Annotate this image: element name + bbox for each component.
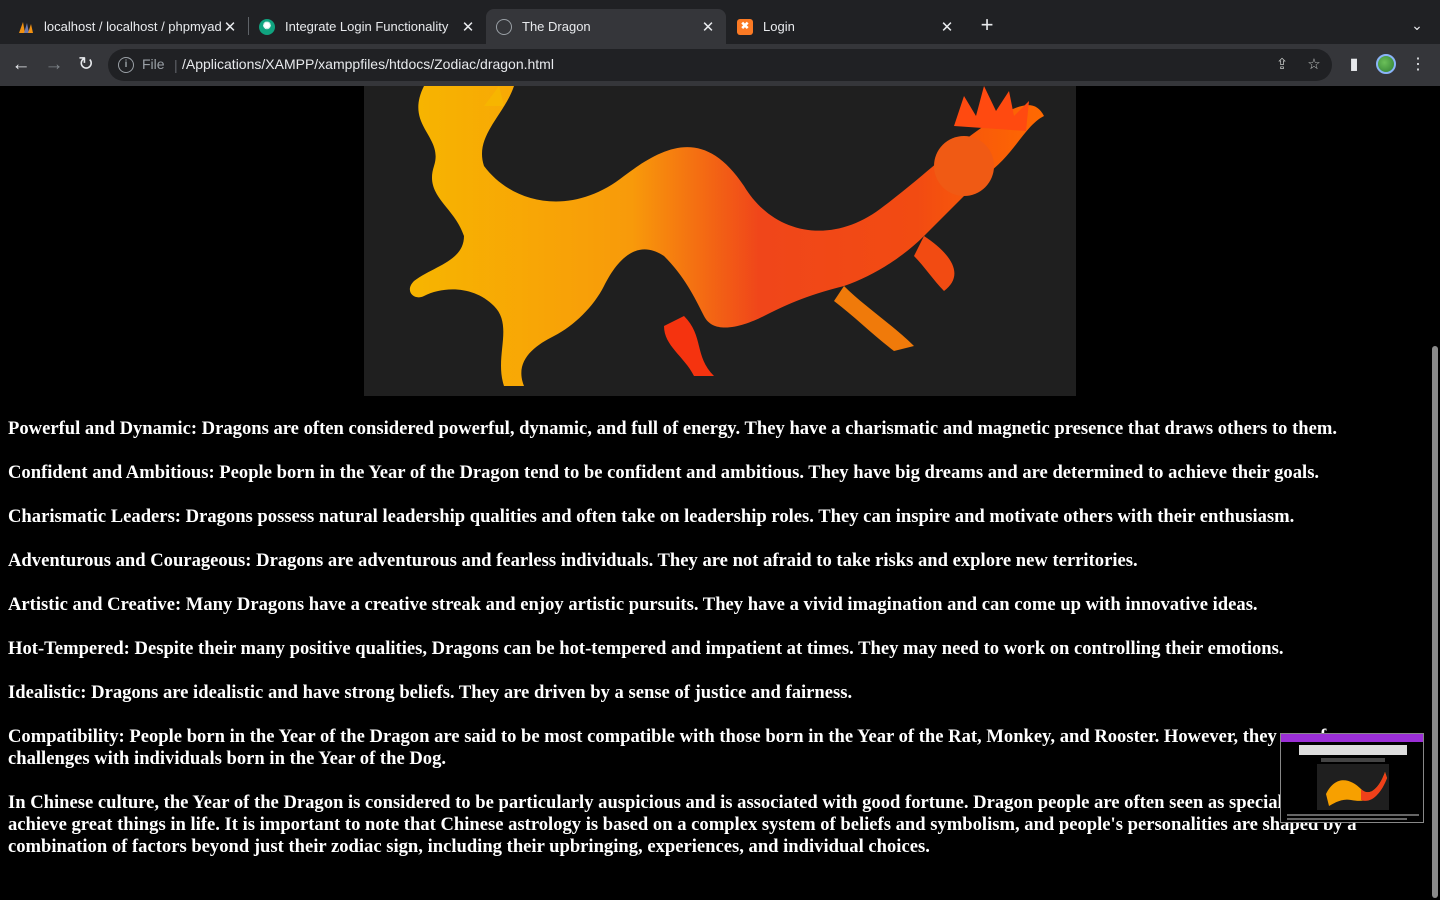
side-panel-icon[interactable]: ▮ — [1342, 53, 1366, 77]
address-bar[interactable]: i File | /Applications/XAMPP/xamppfiles/… — [108, 49, 1332, 81]
tab-integrate-login[interactable]: ✺ Integrate Login Functionality ✕ — [249, 9, 486, 44]
close-icon[interactable]: ✕ — [460, 18, 476, 36]
close-icon[interactable]: ✕ — [939, 18, 955, 36]
screenshot-preview-thumbnail[interactable] — [1280, 733, 1424, 823]
forward-icon[interactable]: → — [42, 53, 66, 77]
share-icon[interactable]: ⇪ — [1273, 56, 1291, 74]
trait-paragraph: Adventurous and Courageous: Dragons are … — [8, 550, 1138, 571]
trait-paragraph: Hot-Tempered: Despite their many positiv… — [8, 638, 1284, 659]
culture-paragraph: In Chinese culture, the Year of the Drag… — [8, 792, 1409, 857]
chatgpt-icon: ✺ — [259, 18, 275, 35]
info-icon[interactable]: i — [118, 57, 134, 73]
browser-chrome: localhost / localhost / phpmyad ✕ ✺ Inte… — [0, 0, 1440, 86]
new-tab-icon[interactable]: + — [976, 14, 998, 36]
trait-paragraph: Charismatic Leaders: Dragons possess nat… — [8, 506, 1295, 527]
dragon-illustration — [409, 86, 1044, 386]
trait-paragraph: Confident and Ambitious: People born in … — [8, 462, 1320, 483]
vertical-scrollbar[interactable] — [1429, 86, 1440, 900]
reload-icon[interactable]: ↻ — [74, 53, 98, 77]
page-viewport: Powerful and Dynamic: Dragons are often … — [0, 86, 1440, 900]
trait-paragraph: Idealistic: Dragons are idealistic and h… — [8, 682, 853, 703]
trait-paragraph: Artistic and Creative: Many Dragons have… — [8, 594, 1258, 615]
zodiac-description: Powerful and Dynamic: Dragons are often … — [8, 418, 1418, 880]
back-icon[interactable]: ← — [9, 53, 33, 77]
phpmyadmin-icon — [18, 19, 34, 35]
browser-toolbar: ← → ↻ i File | /Applications/XAMPP/xampp… — [0, 44, 1440, 86]
dragon-image — [364, 86, 1076, 396]
trait-paragraph: Powerful and Dynamic: Dragons are often … — [8, 418, 1338, 439]
scrollbar-thumb[interactable] — [1432, 346, 1438, 898]
tab-phpmyadmin[interactable]: localhost / localhost / phpmyad ✕ — [8, 9, 248, 44]
bookmark-star-icon[interactable]: ☆ — [1305, 56, 1323, 74]
globe-icon — [496, 18, 512, 35]
close-icon[interactable]: ✕ — [222, 18, 238, 36]
close-icon[interactable]: ✕ — [700, 18, 716, 36]
tab-title: localhost / localhost / phpmyad — [44, 19, 222, 34]
avatar[interactable] — [1376, 54, 1396, 74]
tab-search-chevron-icon[interactable]: ⌄ — [1406, 14, 1428, 36]
url-text[interactable]: /Applications/XAMPP/xamppfiles/htdocs/Zo… — [182, 56, 554, 72]
url-scheme: File — [142, 56, 165, 72]
tab-strip: localhost / localhost / phpmyad ✕ ✺ Inte… — [0, 0, 1440, 44]
compatibility-paragraph: Compatibility: People born in the Year o… — [8, 726, 1353, 769]
menu-kebab-icon[interactable]: ⋮ — [1406, 53, 1430, 77]
tab-title: Integrate Login Functionality — [285, 19, 449, 34]
xampp-icon: ✖ — [737, 18, 753, 35]
tab-the-dragon[interactable]: The Dragon ✕ — [486, 9, 726, 44]
tab-title: The Dragon — [522, 19, 591, 34]
tab-title: Login — [763, 19, 795, 34]
tab-login[interactable]: ✖ Login ✕ — [727, 9, 965, 44]
url-divider: | — [174, 57, 178, 73]
